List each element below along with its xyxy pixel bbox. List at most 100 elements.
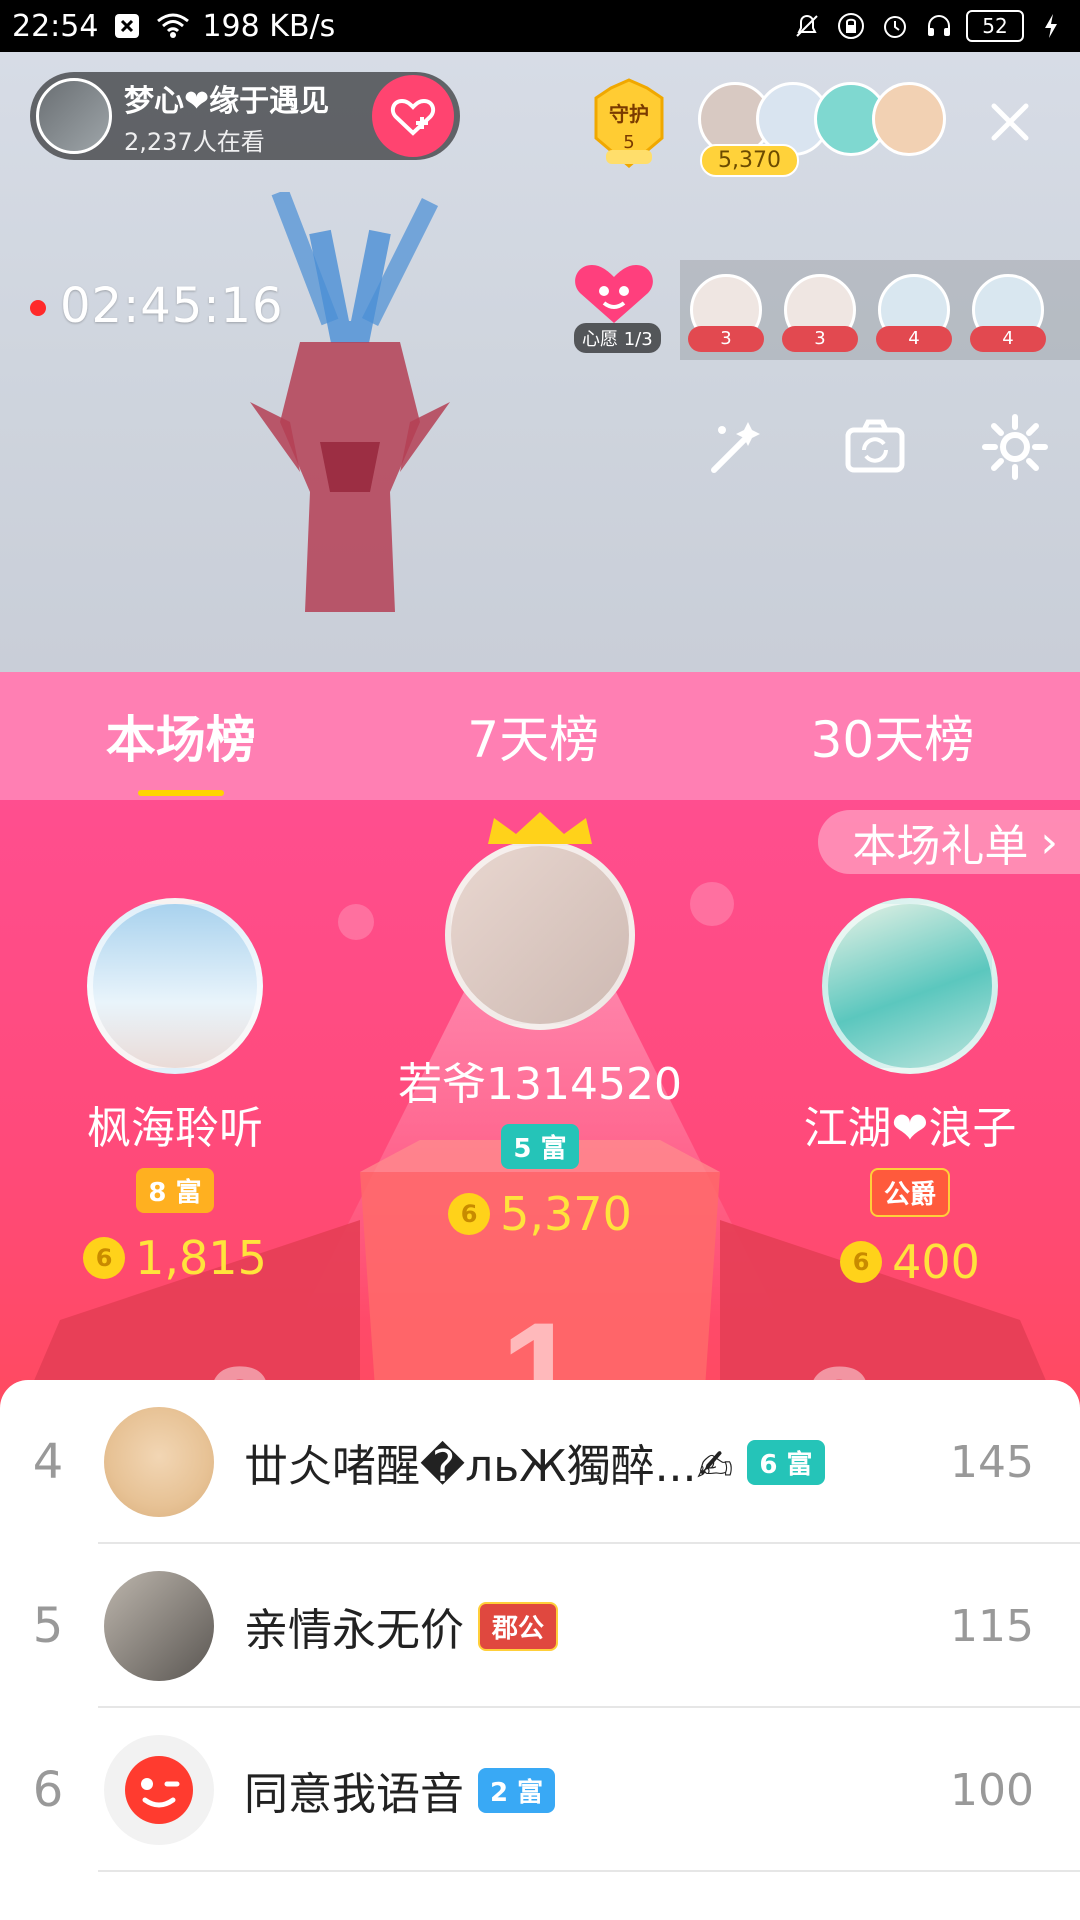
audience-strip[interactable]: 3 3 4 4 [680, 260, 1080, 360]
close-box-icon [110, 9, 144, 43]
rank-1-avatar[interactable] [445, 840, 635, 1030]
lock-icon [834, 9, 868, 43]
leaderboard-panel: 本场榜 7天榜 30天榜 1 2 3 [0, 672, 1080, 1920]
tab-label: 30天榜 [810, 711, 975, 769]
live-tools [700, 412, 1050, 482]
wealth-badge: 2 富 [478, 1767, 556, 1813]
audience-level: 3 [782, 326, 858, 352]
rank-3-name: 江湖❤浪子 [803, 1103, 1017, 1154]
wish-label: 心愿 1/3 [574, 323, 661, 353]
rank-1-coin-value: 5,370 [500, 1187, 632, 1241]
tab-label: 本场榜 [105, 711, 256, 769]
user-avatar[interactable] [104, 1735, 214, 1845]
status-time: 22:54 [12, 8, 99, 44]
heart-plus-icon [390, 98, 436, 136]
guard-label: 守护 [609, 102, 649, 126]
tab-active-underline [137, 790, 224, 796]
wish-widget[interactable]: 心愿 1/3 [570, 257, 661, 353]
rank-2-wealth-badge: 8 富 [136, 1168, 214, 1213]
settings-button[interactable] [980, 412, 1050, 482]
rank-1-user[interactable]: 若爷1314520 5 富 6 5,370 [380, 808, 700, 1241]
rank-3-avatar[interactable] [822, 898, 998, 1074]
audience-level: 4 [876, 326, 952, 352]
audience-user[interactable]: 4 [970, 274, 1046, 352]
switch-camera-button[interactable] [840, 412, 910, 482]
rank-3-noble-badge: 公爵 [869, 1168, 950, 1217]
wifi-icon [156, 9, 190, 43]
viewer-count: 2,237人在看 [124, 127, 265, 156]
rank-2-coin-value: 1,815 [135, 1231, 267, 1285]
net-speed: 198 KB/s [202, 8, 336, 44]
user-avatar[interactable] [104, 1571, 214, 1681]
rank-3-user[interactable]: 江湖❤浪子 公爵 6 400 [760, 898, 1060, 1289]
heart-icon [575, 265, 653, 323]
noble-badge: 郡公 [478, 1601, 559, 1651]
gift-list-label: 本场礼单 [852, 821, 1029, 872]
user-avatar[interactable] [104, 1407, 214, 1517]
gear-icon [982, 414, 1048, 480]
user-score: 145 [950, 1436, 1034, 1488]
user-name: 亲情永无价 [244, 1605, 464, 1656]
close-button[interactable] [980, 92, 1040, 152]
switch-camera-icon [845, 419, 905, 473]
list-item[interactable]: 6 同意我语音 2 富 100 [0, 1708, 1080, 1872]
rank-3-coin-value: 400 [892, 1235, 980, 1289]
room-info[interactable]: 梦心❤缘于遇见 2,237人在看 [30, 72, 460, 160]
chevron-right-icon: › [1040, 816, 1058, 868]
rank-2-avatar[interactable] [87, 898, 263, 1074]
crown-icon [488, 812, 592, 844]
audience-level: 4 [970, 326, 1046, 352]
list-item[interactable]: 4 丗仌啫醒�льЖ獨醉...✍ 6 富 145 [0, 1380, 1080, 1544]
user-name: 同意我语音 [244, 1769, 464, 1820]
headphones-icon [922, 9, 956, 43]
wealth-badge: 6 富 [747, 1439, 825, 1485]
ranking-list: 4 丗仌啫醒�льЖ獨醉...✍ 6 富 145 5 亲情永无价 郡公 115 … [0, 1380, 1080, 1920]
list-item[interactable]: 5 亲情永无价 郡公 115 [0, 1544, 1080, 1708]
charging-icon [1034, 9, 1068, 43]
leaderboard-tabs: 本场榜 7天榜 30天榜 [0, 672, 1080, 800]
fan-avatar[interactable] [872, 82, 946, 156]
bell-off-icon [790, 9, 824, 43]
live-stream-view[interactable]: 梦心❤缘于遇见 2,237人在看 守护 5 5,370 02:45:16 心愿 … [0, 52, 1080, 672]
magic-wand-icon [711, 422, 760, 473]
divider [98, 1870, 1080, 1872]
tab-7-days[interactable]: 7天榜 [467, 700, 599, 772]
status-bar: 22:54 198 KB/s 52 [0, 0, 1080, 52]
audience-user[interactable]: 3 [782, 274, 858, 352]
rank-number: 5 [32, 1598, 64, 1654]
battery-indicator: 52 [966, 10, 1024, 42]
rank-1-name: 若爷1314520 [398, 1059, 682, 1110]
rank-number: 4 [32, 1434, 64, 1490]
rank-2-user[interactable]: 枫海聆听 8 富 6 1,815 [40, 898, 310, 1285]
audience-user[interactable]: 4 [876, 274, 952, 352]
close-icon [991, 103, 1029, 141]
audience-level: 3 [688, 326, 764, 352]
tab-30-days[interactable]: 30天榜 [811, 700, 975, 772]
user-score: 100 [950, 1764, 1034, 1816]
deer-head-decoration [250, 192, 450, 612]
recording-dot [30, 300, 46, 316]
follow-button[interactable] [372, 75, 454, 157]
guard-badge[interactable]: 守护 5 [586, 78, 672, 170]
alarm-icon [878, 9, 912, 43]
rank-2-coins: 6 1,815 [40, 1231, 310, 1285]
user-score: 115 [950, 1600, 1034, 1652]
room-name: 梦心❤缘于遇见 [124, 83, 330, 119]
tab-this-session[interactable]: 本场榜 [105, 700, 256, 796]
live-duration: 02:45:16 [60, 278, 284, 334]
gift-list-button[interactable]: 本场礼单 › [818, 810, 1080, 874]
host-avatar[interactable] [36, 78, 112, 154]
rank-3-coins: 6 400 [760, 1235, 1060, 1289]
beauty-button[interactable] [700, 412, 770, 482]
rank-number: 6 [32, 1762, 64, 1818]
smile-face-icon [125, 1756, 193, 1824]
tab-label: 7天榜 [467, 711, 600, 769]
fan-score: 5,370 [700, 144, 799, 177]
coin-icon: 6 [448, 1193, 491, 1235]
audience-user[interactable]: 3 [688, 274, 764, 352]
user-name: 丗仌啫醒�льЖ獨醉...✍ [244, 1441, 734, 1492]
top-three-podium: 1 2 3 本场礼单 › 若爷1314520 5 富 6 5,370 [0, 800, 1080, 1460]
coin-icon: 6 [83, 1237, 126, 1279]
rank-2-name: 枫海聆听 [87, 1103, 263, 1154]
coin-icon: 6 [840, 1241, 883, 1283]
